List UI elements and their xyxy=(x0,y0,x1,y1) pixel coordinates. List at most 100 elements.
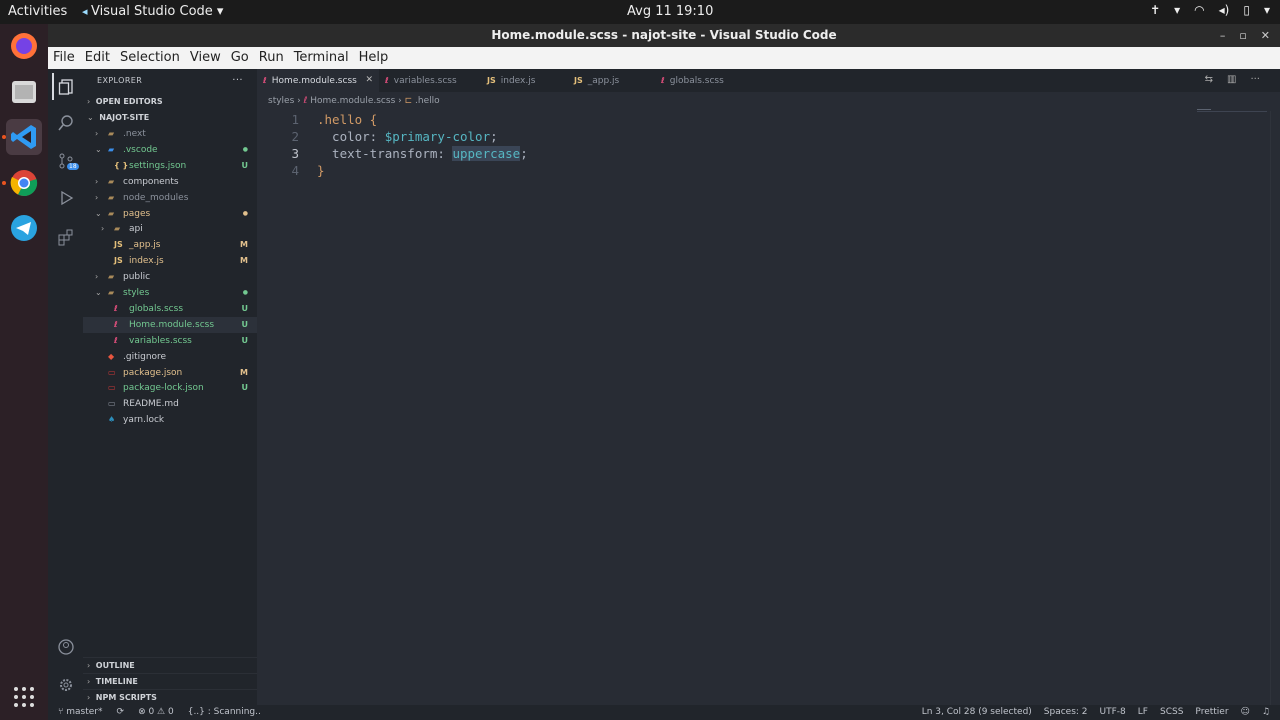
chevron-down-icon[interactable]: ⌄ xyxy=(95,285,102,301)
tree-item[interactable]: › ▰ node_modules xyxy=(83,190,257,206)
breadcrumb-folder[interactable]: styles xyxy=(268,96,294,106)
clock[interactable]: Avg 11 19:10 xyxy=(627,4,713,19)
outline-section[interactable]: › OUTLINE xyxy=(83,657,257,673)
wifi-icon[interactable]: ◠ xyxy=(1194,3,1204,17)
tree-item[interactable]: JS index.js M xyxy=(83,253,257,269)
tree-item[interactable]: ℓ globals.scss U xyxy=(83,301,257,317)
chevron-right-icon[interactable]: › xyxy=(95,190,98,206)
telegram-icon[interactable] xyxy=(6,210,42,246)
search-icon[interactable] xyxy=(52,109,79,136)
accessibility-icon[interactable]: ✝ xyxy=(1150,3,1160,17)
tab-app-js[interactable]: JS _app.js xyxy=(568,69,655,92)
formatter-status[interactable]: Prettier xyxy=(1195,705,1228,720)
app-menu[interactable]: ◂ Visual Studio Code ▾ xyxy=(82,4,223,19)
tree-item-label: variables.scss xyxy=(129,335,192,346)
battery-icon[interactable]: ▯ xyxy=(1243,3,1250,17)
breadcrumb-file[interactable]: Home.module.scss xyxy=(310,96,395,106)
more-actions-icon[interactable]: ··· xyxy=(232,69,243,93)
scanning-status[interactable]: {..} : Scanning.. xyxy=(188,705,261,720)
menu-item-view[interactable]: View xyxy=(185,47,226,69)
eol-status[interactable]: LF xyxy=(1138,705,1148,720)
menu-item-help[interactable]: Help xyxy=(354,47,394,69)
vscode-dock-icon[interactable] xyxy=(6,119,42,155)
indentation-status[interactable]: Spaces: 2 xyxy=(1044,705,1088,720)
tree-item[interactable]: JS _app.js M xyxy=(83,237,257,253)
explorer-icon[interactable] xyxy=(52,73,79,100)
menu-item-go[interactable]: Go xyxy=(226,47,254,69)
problems-status[interactable]: ⊗ 0 ⚠ 0 xyxy=(138,705,174,720)
menu-item-file[interactable]: File xyxy=(48,47,80,69)
tree-item[interactable]: › ▰ .next xyxy=(83,126,257,142)
menu-item-edit[interactable]: Edit xyxy=(80,47,115,69)
split-editor-icon[interactable]: ▥ xyxy=(1227,74,1236,85)
menu-item-terminal[interactable]: Terminal xyxy=(289,47,354,69)
code-line[interactable]: } xyxy=(317,162,325,179)
close-icon[interactable]: ✕ xyxy=(1261,24,1270,47)
tree-item[interactable]: ⌄ ▰ pages ● xyxy=(83,206,257,222)
tree-item[interactable]: ⌄ ▰ .vscode ● xyxy=(83,142,257,158)
system-tray[interactable]: ✝ ▾ ◠ ◂) ▯ ▾ xyxy=(1150,3,1270,17)
maximize-icon[interactable]: ▫ xyxy=(1239,24,1246,47)
chevron-right-icon[interactable]: › xyxy=(95,269,98,285)
power-menu-icon[interactable]: ▾ xyxy=(1264,3,1270,17)
open-editors-section[interactable]: › OPEN EDITORS xyxy=(83,94,257,110)
firefox-icon[interactable] xyxy=(6,28,42,64)
keyboard-icon[interactable]: ▾ xyxy=(1174,3,1180,17)
chevron-down-icon[interactable]: ⌄ xyxy=(95,206,102,222)
feedback-icon[interactable]: ☺ xyxy=(1241,705,1250,720)
menu-item-selection[interactable]: Selection xyxy=(115,47,185,69)
branch-status[interactable]: ⑂ master* xyxy=(58,705,103,720)
code-line[interactable]: color: $primary-color; xyxy=(317,128,498,145)
tree-item[interactable]: ▭ README.md xyxy=(83,396,257,412)
line-number: 1 xyxy=(291,112,299,127)
chevron-right-icon[interactable]: › xyxy=(95,174,98,190)
open-changes-icon[interactable]: ⇆ xyxy=(1205,74,1213,85)
tab-globals-scss[interactable]: ℓ globals.scss xyxy=(655,69,747,92)
minimap[interactable] xyxy=(1197,109,1267,115)
show-apps-icon[interactable] xyxy=(6,679,42,715)
timeline-section[interactable]: › TIMELINE xyxy=(83,673,257,689)
tree-item[interactable]: ⌄ ▰ styles ● xyxy=(83,285,257,301)
tree-item[interactable]: › ▰ api xyxy=(83,221,257,237)
tree-item[interactable]: { } settings.json U xyxy=(83,158,257,174)
tree-item[interactable]: ▭ package-lock.json U xyxy=(83,380,257,396)
manage-gear-icon[interactable] xyxy=(52,671,79,698)
chevron-right-icon[interactable]: › xyxy=(101,221,104,237)
close-tab-icon[interactable]: ✕ xyxy=(365,69,373,92)
tree-item[interactable]: ◆ .gitignore xyxy=(83,349,257,365)
chrome-icon[interactable] xyxy=(6,165,42,201)
sync-icon[interactable]: ⟳ xyxy=(117,705,125,720)
tree-item[interactable]: › ▰ public xyxy=(83,269,257,285)
breadcrumb-symbol[interactable]: .hello xyxy=(415,96,440,106)
tree-item[interactable]: ▭ package.json M xyxy=(83,365,257,381)
language-mode[interactable]: SCSS xyxy=(1160,705,1183,720)
code-line[interactable]: text-transform: uppercase; xyxy=(317,145,528,162)
chevron-down-icon[interactable]: ⌄ xyxy=(95,142,102,158)
volume-icon[interactable]: ◂) xyxy=(1219,3,1230,17)
tab-index-js[interactable]: JS index.js xyxy=(481,69,568,92)
run-debug-icon[interactable] xyxy=(52,184,79,211)
window-title-bar[interactable]: Home.module.scss - najot-site - Visual S… xyxy=(48,24,1280,47)
more-actions-icon[interactable]: ··· xyxy=(1250,74,1260,85)
tree-item[interactable]: ℓ variables.scss U xyxy=(83,333,257,349)
minimize-icon[interactable]: – xyxy=(1220,24,1226,47)
tree-item[interactable]: › ▰ components xyxy=(83,174,257,190)
notifications-icon[interactable]: ♫ xyxy=(1262,705,1270,720)
vertical-scrollbar[interactable] xyxy=(1270,111,1280,705)
tree-item[interactable]: ♠ yarn.lock xyxy=(83,412,257,428)
cursor-position[interactable]: Ln 3, Col 28 (9 selected) xyxy=(922,705,1032,720)
activities-button[interactable]: Activities xyxy=(8,4,67,19)
extensions-icon[interactable] xyxy=(52,223,79,250)
code-line[interactable]: .hello { xyxy=(317,111,377,128)
encoding-status[interactable]: UTF-8 xyxy=(1100,705,1126,720)
source-control-icon[interactable]: 18 xyxy=(52,147,79,174)
chevron-right-icon[interactable]: › xyxy=(95,126,98,142)
menu-item-run[interactable]: Run xyxy=(254,47,289,69)
tree-item[interactable]: ℓ Home.module.scss U xyxy=(83,316,257,333)
npm-scripts-section[interactable]: › NPM SCRIPTS xyxy=(83,689,257,705)
tab-variables-scss[interactable]: ℓ variables.scss xyxy=(379,69,481,92)
files-icon[interactable] xyxy=(6,74,42,110)
accounts-icon[interactable] xyxy=(52,633,79,660)
tab-home-module-scss[interactable]: ℓ Home.module.scss ✕ xyxy=(257,69,379,92)
project-section[interactable]: ⌄ NAJOT-SITE xyxy=(83,110,257,126)
